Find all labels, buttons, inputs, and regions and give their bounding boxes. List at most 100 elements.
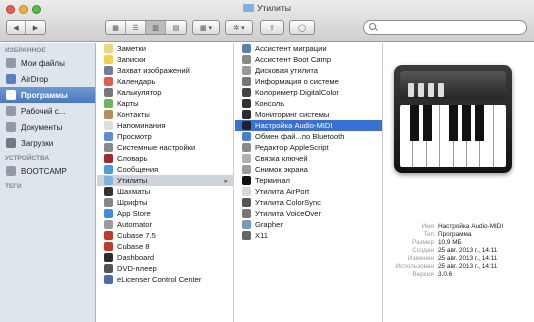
list-item[interactable]: Связка ключей bbox=[235, 153, 382, 164]
list-item[interactable]: Информация о системе bbox=[235, 76, 382, 87]
list-item[interactable]: Утилита VoiceOver bbox=[235, 208, 382, 219]
list-item[interactable]: Системные настройки bbox=[97, 142, 233, 153]
list-item-label: Карты bbox=[117, 99, 139, 108]
list-item[interactable]: Калькулятор bbox=[97, 87, 233, 98]
activity-monitor-icon bbox=[242, 110, 251, 119]
sidebar-item[interactable]: Программы bbox=[0, 87, 95, 103]
sidebar-item[interactable]: Рабочий с... bbox=[0, 103, 95, 119]
list-item[interactable]: Утилита AirPort bbox=[235, 186, 382, 197]
tag-button[interactable]: ◯ bbox=[289, 20, 315, 35]
utilities-folder-icon bbox=[104, 176, 113, 185]
utilities-column: Ассистент миграции Ассистент Boot Camp Дис… bbox=[235, 43, 383, 322]
list-item-label: Мониторинг системы bbox=[255, 110, 330, 119]
list-item-label: Контакты bbox=[117, 110, 150, 119]
calendar-icon bbox=[104, 77, 113, 86]
downloads-icon bbox=[6, 138, 16, 148]
list-item[interactable]: Мониторинг системы bbox=[235, 109, 382, 120]
share-button[interactable]: ⇪ bbox=[260, 20, 284, 35]
list-item[interactable]: Ассистент Boot Camp bbox=[235, 54, 382, 65]
list-item[interactable]: Ассистент миграции bbox=[235, 43, 382, 54]
list-item[interactable]: Шахматы bbox=[97, 186, 233, 197]
list-item[interactable]: Терминал bbox=[235, 175, 382, 186]
airdrop-icon bbox=[6, 74, 16, 84]
app-store-icon bbox=[104, 209, 113, 218]
list-item[interactable]: Захват изображений bbox=[97, 65, 233, 76]
finder-window: Утилиты ◀ ▶ ▦ ☰ ▥ ▤ ▦ ▾ ✲ ▾ ⇪ ◯ ИЗБРАННО… bbox=[0, 0, 534, 322]
list-item-label: Просмотр bbox=[117, 132, 152, 141]
sidebar-item[interactable]: AirDrop bbox=[0, 71, 95, 87]
list-item[interactable]: DVD-плеер bbox=[97, 263, 233, 274]
audio-midi-icon bbox=[394, 65, 512, 173]
forward-button[interactable]: ▶ bbox=[26, 21, 45, 34]
list-item[interactable]: Снимок экрана bbox=[235, 164, 382, 175]
list-item[interactable]: Дисковая утилита bbox=[235, 65, 382, 76]
list-item[interactable]: Cubase 7.5 bbox=[97, 230, 233, 241]
list-item[interactable]: Обмен фай...по Bluetooth bbox=[235, 131, 382, 142]
list-item-label: Связка ключей bbox=[255, 154, 308, 163]
preview-icon bbox=[104, 132, 113, 141]
chess-icon bbox=[104, 187, 113, 196]
info-row: Создан 25 авг. 2013 г., 14:11 bbox=[384, 247, 534, 255]
info-key: Имя bbox=[421, 223, 434, 230]
list-item[interactable]: Заметки bbox=[97, 43, 233, 54]
list-item[interactable]: Утилиты ▸ bbox=[97, 175, 233, 186]
info-row: Размер 10,9 МБ bbox=[384, 239, 534, 247]
info-value: Настройка Audio-MIDI bbox=[438, 223, 504, 230]
column-view-button[interactable]: ▥ bbox=[146, 21, 166, 34]
list-item[interactable]: Контакты bbox=[97, 109, 233, 120]
icon-view-button[interactable]: ▦ bbox=[106, 21, 126, 34]
list-item[interactable]: Dashboard bbox=[97, 252, 233, 263]
desktop-icon bbox=[6, 106, 16, 116]
digitalcolor-icon bbox=[242, 88, 251, 97]
sidebar-item[interactable]: BOOTCAMP bbox=[0, 163, 95, 179]
applications-column: Заметки Записки Захват изображений Календар… bbox=[97, 43, 234, 322]
sidebar-item[interactable]: Мои файлы bbox=[0, 55, 95, 71]
list-item[interactable]: Настройка Audio-MIDI bbox=[235, 120, 382, 131]
list-item[interactable]: Редактор AppleScript bbox=[235, 142, 382, 153]
list-item[interactable]: Напоминания bbox=[97, 120, 233, 131]
elicenser-icon bbox=[104, 275, 113, 284]
list-item-label: Шрифты bbox=[117, 198, 148, 207]
arrange-button[interactable]: ▦ ▾ bbox=[192, 20, 220, 35]
list-view-button[interactable]: ☰ bbox=[126, 21, 146, 34]
sidebar-item[interactable]: Документы bbox=[0, 119, 95, 135]
list-item-label: Настройка Audio-MIDI bbox=[255, 121, 333, 130]
sidebar-item[interactable]: Загрузки bbox=[0, 135, 95, 151]
list-item[interactable]: Grapher bbox=[235, 219, 382, 230]
migration-assistant-icon bbox=[242, 44, 251, 53]
list-item[interactable]: Утилита ColorSync bbox=[235, 197, 382, 208]
list-item[interactable]: Записки bbox=[97, 54, 233, 65]
list-item-label: Утилита VoiceOver bbox=[255, 209, 321, 218]
list-item[interactable]: Словарь bbox=[97, 153, 233, 164]
list-item[interactable]: Просмотр bbox=[97, 131, 233, 142]
list-item[interactable]: Колориметр DigitalColor bbox=[235, 87, 382, 98]
back-button[interactable]: ◀ bbox=[7, 21, 26, 34]
coverflow-view-button[interactable]: ▤ bbox=[166, 21, 186, 34]
grapher-icon bbox=[242, 220, 251, 229]
list-item[interactable]: eLicenser Control Center bbox=[97, 274, 233, 285]
preview-pane: Имя Настройка Audio-MIDI Тип Программа Разме… bbox=[384, 43, 534, 322]
disk-icon bbox=[6, 166, 16, 176]
action-button[interactable]: ✲ ▾ bbox=[225, 20, 253, 35]
applications-icon bbox=[6, 90, 16, 100]
list-item[interactable]: Automator bbox=[97, 219, 233, 230]
list-item[interactable]: Сообщения bbox=[97, 164, 233, 175]
list-item[interactable]: Календарь bbox=[97, 76, 233, 87]
info-row: Изменен 25 авг. 2013 г., 14:11 bbox=[384, 255, 534, 263]
list-item[interactable]: X11 bbox=[235, 230, 382, 241]
list-item[interactable]: Cubase 8 bbox=[97, 241, 233, 252]
search-field[interactable] bbox=[363, 20, 527, 35]
list-item-label: Утилита ColorSync bbox=[255, 198, 321, 207]
list-item[interactable]: Шрифты bbox=[97, 197, 233, 208]
list-item[interactable]: App Store bbox=[97, 208, 233, 219]
console-icon bbox=[242, 99, 251, 108]
list-item-label: Утилита AirPort bbox=[255, 187, 310, 196]
airport-icon bbox=[242, 187, 251, 196]
calculator-icon bbox=[104, 88, 113, 97]
list-item[interactable]: Карты bbox=[97, 98, 233, 109]
dictionary-icon bbox=[104, 154, 113, 163]
audio-midi-icon bbox=[242, 121, 251, 130]
list-item[interactable]: Консоль bbox=[235, 98, 382, 109]
info-key: Версия bbox=[412, 271, 434, 278]
list-item-label: Automator bbox=[117, 220, 153, 229]
